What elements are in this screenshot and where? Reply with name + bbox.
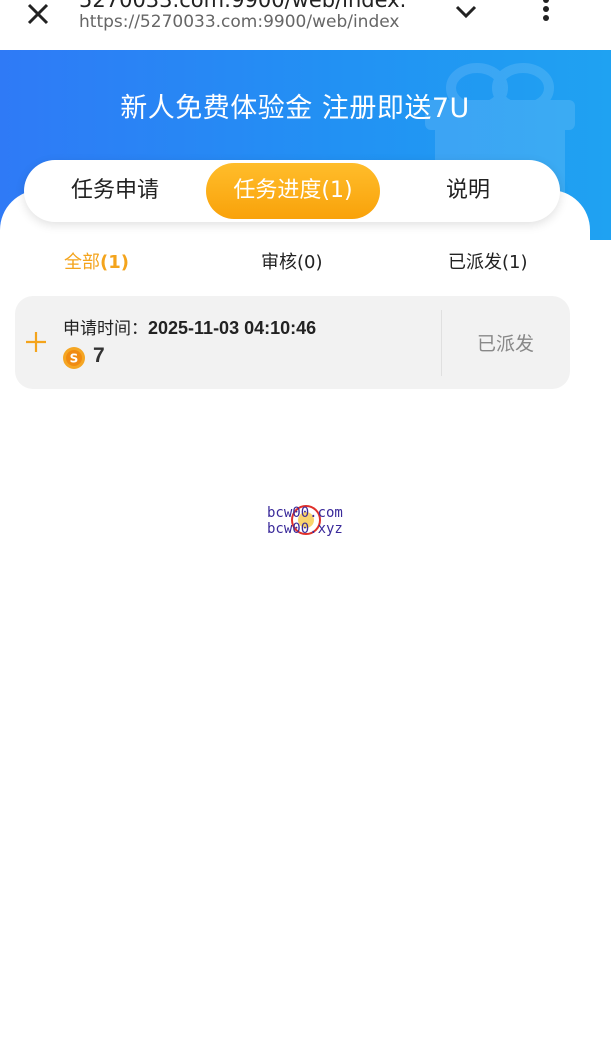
chevron-down-icon[interactable]	[452, 0, 480, 26]
banner-title: 新人免费体验金 注册即送7U	[120, 93, 470, 124]
status-badge: 已派发	[477, 333, 535, 355]
svg-text:S: S	[70, 352, 79, 366]
watermark-line-2: bcw00.xyz	[267, 521, 343, 537]
filter-all[interactable]: 全部(1)	[64, 248, 129, 274]
tab-task-progress[interactable]: 任务进度(1)	[206, 163, 380, 219]
main-tabs: 任务申请 任务进度(1) 说明	[24, 160, 560, 222]
tab-instructions[interactable]: 说明	[422, 160, 514, 222]
record-card[interactable]: 申请时间：2025-11-03 04:10:46 S 7 已派发	[15, 296, 570, 389]
more-vertical-icon[interactable]	[536, 0, 556, 24]
close-icon[interactable]	[22, 0, 54, 30]
page-url-title[interactable]: 5270033.com:9900/web/index.	[79, 0, 419, 12]
card-divider	[441, 310, 442, 376]
apply-time-value: 2025-11-03 04:10:46	[148, 318, 317, 338]
filter-review[interactable]: 审核(0)	[261, 248, 323, 274]
tab-task-apply[interactable]: 任务申请	[40, 160, 190, 222]
plus-icon[interactable]	[25, 331, 47, 353]
watermark: bcw00.com bcw00.xyz	[267, 505, 357, 541]
coin-icon: S	[63, 347, 85, 369]
browser-toolbar: 5270033.com:9900/web/index. https://5270…	[0, 0, 611, 50]
filter-sent[interactable]: 已派发(1)	[448, 248, 528, 274]
filter-all-count: (1)	[100, 252, 129, 273]
apply-time: 申请时间：2025-11-03 04:10:46	[63, 314, 316, 339]
reward-amount: 7	[93, 344, 105, 367]
page-url[interactable]: https://5270033.com:9900/web/index	[79, 12, 421, 32]
apply-time-label: 申请时间：	[63, 319, 148, 339]
filter-all-label: 全部	[64, 252, 100, 273]
watermark-line-1: bcw00.com	[267, 505, 343, 521]
